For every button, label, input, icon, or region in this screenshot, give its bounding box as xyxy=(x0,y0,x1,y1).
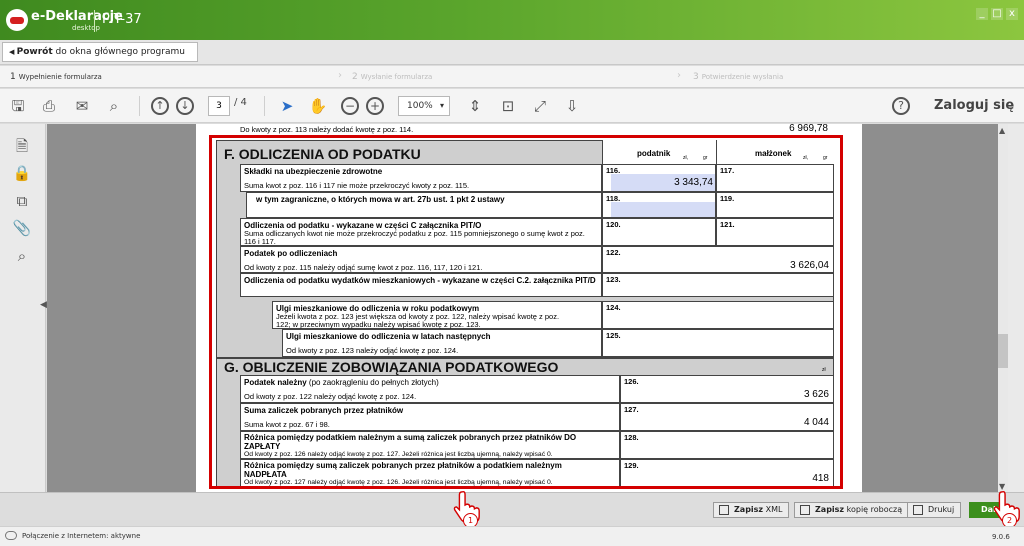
print-icon xyxy=(913,505,923,515)
lock-icon[interactable]: 🔒 xyxy=(12,164,32,184)
zoom-select[interactable]: 100% xyxy=(398,96,450,116)
step-2[interactable]: 2 Wysłanie formularza xyxy=(352,66,432,88)
fit-page-icon[interactable]: ⊡ xyxy=(498,96,518,116)
cursor-icon[interactable]: ➤ xyxy=(277,96,297,116)
hand-icon[interactable]: ✋ xyxy=(308,96,328,116)
zoom-in-icon[interactable]: + xyxy=(366,97,384,115)
step-divider-icon: › xyxy=(677,70,681,81)
step-label: Potwierdzenie wysłania xyxy=(701,73,784,81)
button-label: Drukuj xyxy=(928,505,955,514)
step-1[interactable]: 1 Wypełnienie formularza xyxy=(10,66,102,88)
back-label: do okna głównego programu xyxy=(52,47,185,57)
collapse-left-icon[interactable]: ◀ xyxy=(40,300,47,310)
button-label-bold: Zapisz xyxy=(734,505,764,514)
page-total: / 4 xyxy=(234,97,247,108)
close-button[interactable]: x xyxy=(1006,8,1018,20)
fit-height-icon[interactable]: ⇕ xyxy=(465,96,485,116)
top-value: 6 969,78 xyxy=(789,123,828,134)
brand-subtitle: desktop xyxy=(72,24,100,32)
save-xml-button[interactable]: Zapisz XML xyxy=(713,502,790,518)
document-icon[interactable]: 🗎 xyxy=(12,136,32,156)
vertical-scrollbar[interactable] xyxy=(998,124,1008,492)
help-icon[interactable]: ? xyxy=(892,97,910,115)
search-icon[interactable]: ⌕ xyxy=(12,247,32,267)
button-label-bold: Zapisz xyxy=(815,505,845,514)
highlight-frame xyxy=(209,135,843,489)
toolbar-divider xyxy=(139,96,140,116)
copy-icon[interactable]: ⧉ xyxy=(12,192,32,212)
back-arrow-icon: ◀ xyxy=(9,48,17,56)
app-version: 9.0.6 xyxy=(992,533,1010,541)
step-divider-icon: › xyxy=(338,70,342,81)
page-number-input[interactable]: 3 xyxy=(208,96,230,116)
connection-icon xyxy=(5,531,17,540)
save-icon xyxy=(800,505,810,515)
save-draft-button[interactable]: Zapisz kopię roboczą xyxy=(794,502,910,518)
mail-icon[interactable]: ✉ xyxy=(72,96,92,116)
maximize-button[interactable]: □ xyxy=(991,8,1003,20)
save-icon xyxy=(719,505,729,515)
app-logo-icon xyxy=(6,9,28,31)
zoom-out-icon[interactable]: − xyxy=(341,97,359,115)
back-label-bold: Powrót xyxy=(16,47,53,57)
button-label: XML xyxy=(763,505,783,514)
step-label: Wysłanie formularza xyxy=(360,73,433,81)
step-number: 2 xyxy=(352,72,358,82)
connection-status: Połączenie z Internetem: aktywne xyxy=(22,532,141,540)
button-label: kopię roboczą xyxy=(844,505,903,514)
arrow-up-icon[interactable]: ↑ xyxy=(151,97,169,115)
save-icon[interactable]: 🖫 xyxy=(8,96,28,116)
title-bar xyxy=(0,0,1024,40)
step-number: 3 xyxy=(693,72,699,82)
attachment-icon[interactable]: 📎 xyxy=(12,219,32,239)
arrow-down-icon[interactable]: ↓ xyxy=(176,97,194,115)
search-icon[interactable]: ⌕ xyxy=(104,96,124,116)
download-icon[interactable]: ⇩ xyxy=(562,96,582,116)
toolbar-divider xyxy=(264,96,265,116)
minimize-button[interactable]: _ xyxy=(976,8,988,20)
print-button[interactable]: Drukuj xyxy=(907,502,962,518)
scrollbar-thumb[interactable] xyxy=(998,334,1008,368)
title-separator xyxy=(94,10,95,32)
step-label: Wypełnienie formularza xyxy=(18,73,102,81)
step-number: 1 xyxy=(10,72,16,82)
scroll-up-icon[interactable]: ▲ xyxy=(999,126,1005,135)
top-note: Do kwoty z poz. 113 należy dodać kwotę z… xyxy=(240,125,414,134)
login-link[interactable]: Zaloguj się xyxy=(934,98,1014,113)
fullscreen-icon[interactable]: ⤢ xyxy=(530,96,550,116)
right-panel xyxy=(1008,124,1024,492)
step-3[interactable]: 3 Potwierdzenie wysłania xyxy=(693,66,783,88)
status-bar xyxy=(0,526,1024,546)
wizard-steps xyxy=(0,66,1024,88)
print-icon[interactable]: ⎙ xyxy=(39,96,59,116)
back-to-main-button[interactable]: ◀ Powrót do okna głównego programu xyxy=(2,42,198,62)
window-title: PIT-37 xyxy=(102,12,142,27)
